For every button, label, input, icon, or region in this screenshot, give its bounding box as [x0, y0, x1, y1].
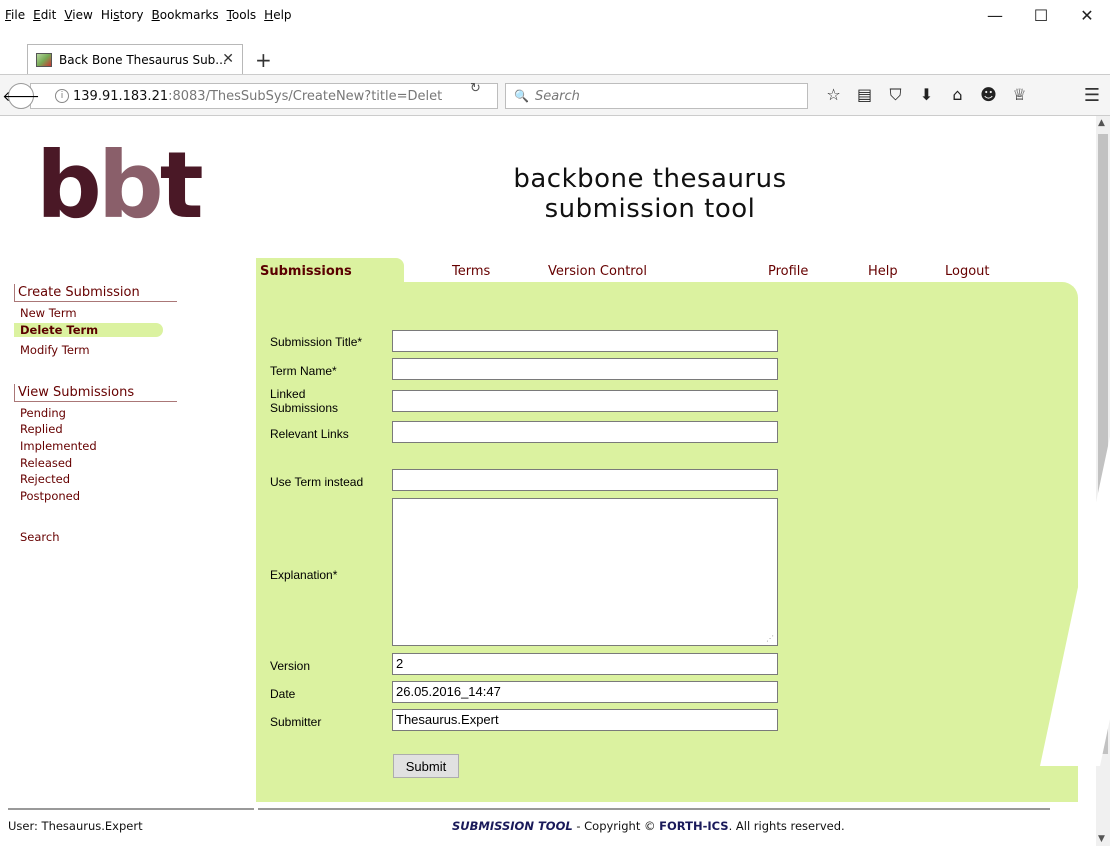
search-bar[interactable]: 🔍 Search [505, 83, 808, 109]
resize-grip-icon[interactable]: ⋰ [766, 634, 774, 643]
relevant-links-input[interactable] [392, 421, 778, 443]
maximize-button[interactable]: ☐ [1018, 0, 1064, 30]
scroll-down-icon[interactable]: ▼ [1098, 834, 1105, 844]
sidebar-item-pending[interactable]: Pending [20, 406, 66, 420]
url-text[interactable]: 139.91.183.21:8083/ThesSubSys/CreateNew?… [73, 89, 453, 104]
menu-bookmarks[interactable]: Bookmarks [152, 8, 219, 22]
browser-tab[interactable]: Back Bone Thesaurus Sub... ✕ [27, 44, 243, 74]
search-placeholder: Search [534, 88, 580, 104]
page-content: bbt backbone thesaurus submission tool S… [0, 116, 1110, 846]
tab-logout[interactable]: Logout [945, 264, 990, 279]
sidebar-item-released[interactable]: Released [20, 456, 72, 470]
menu-history[interactable]: History [101, 8, 144, 22]
use-term-instead-input[interactable] [392, 469, 778, 491]
scroll-up-icon[interactable]: ▲ [1098, 118, 1105, 128]
back-arrow-icon: 🡐 [2, 88, 40, 105]
navigation-bar: i 139.91.183.21:8083/ThesSubSys/CreateNe… [0, 74, 1110, 116]
submitter-label: Submitter [270, 715, 322, 729]
sidebar-item-new-term[interactable]: New Term [20, 306, 77, 320]
pocket-icon[interactable]: ⛉ [880, 85, 911, 105]
url-host: 139.91.183.21 [73, 88, 169, 104]
term-name-input[interactable] [392, 358, 778, 380]
search-icon: 🔍 [514, 89, 529, 103]
tab-version-control[interactable]: Version Control [548, 264, 647, 279]
back-button[interactable]: 🡐 [2, 83, 40, 109]
reading-list-icon[interactable]: ▤ [849, 85, 880, 105]
linked-submissions-label: Linked Submissions [270, 387, 339, 415]
url-bar[interactable]: i 139.91.183.21:8083/ThesSubSys/CreateNe… [30, 83, 498, 109]
sidebar-item-rejected[interactable]: Rejected [20, 472, 70, 486]
star-icon[interactable]: ☆ [818, 85, 849, 105]
footer-user: User: Thesaurus.Expert [8, 819, 143, 833]
footer-divider-left [8, 808, 254, 810]
date-input[interactable]: 26.05.2016_14:47 [392, 681, 778, 703]
toolbar-icons: ☆ ▤ ⛉ ⬇ ⌂ ☻ ♕ [818, 85, 1035, 105]
sidebar-view-header: View Submissions [14, 384, 177, 402]
sidebar-item-delete-term[interactable]: Delete Term [14, 323, 163, 337]
bbt-logo: bbt [36, 132, 204, 239]
menu-edit[interactable]: Edit [33, 8, 56, 22]
tab-title: Back Bone Thesaurus Sub... [59, 52, 227, 67]
menu-view[interactable]: View [64, 8, 92, 22]
download-icon[interactable]: ⬇ [911, 85, 942, 105]
menu-help[interactable]: Help [264, 8, 291, 22]
submission-title-label: Submission Title* [270, 335, 363, 349]
minimize-button[interactable]: — [972, 0, 1018, 30]
site-title: backbone thesaurus submission tool [513, 164, 787, 224]
sidebar-create-header: Create Submission [14, 284, 177, 302]
submission-title-input[interactable] [392, 330, 778, 352]
explanation-textarea[interactable]: ⋰ [392, 498, 778, 646]
new-tab-button[interactable]: + [255, 48, 272, 72]
tab-close-icon[interactable]: ✕ [222, 51, 234, 67]
sidebar-item-implemented[interactable]: Implemented [20, 439, 97, 453]
favicon-icon [36, 52, 52, 67]
info-icon[interactable]: i [55, 89, 69, 103]
close-window-button[interactable]: ✕ [1064, 0, 1110, 30]
use-term-instead-label: Use Term instead [270, 475, 364, 489]
sidebar-item-search[interactable]: Search [20, 530, 60, 544]
footer-copyright: SUBMISSION TOOL - Copyright © FORTH-ICS.… [452, 819, 845, 833]
hamburger-menu-icon[interactable]: ☰ [1084, 85, 1100, 106]
menu-tools[interactable]: Tools [227, 8, 257, 22]
trophy-icon[interactable]: ♕ [1004, 85, 1035, 105]
menu-file[interactable]: File [5, 8, 25, 22]
submitter-input[interactable]: Thesaurus.Expert [392, 709, 778, 731]
sidebar-item-postponed[interactable]: Postponed [20, 489, 80, 503]
date-label: Date [270, 687, 296, 701]
tab-bar: Back Bone Thesaurus Sub... ✕ + [0, 30, 1110, 74]
relevant-links-label: Relevant Links [270, 427, 349, 441]
sidebar-item-replied[interactable]: Replied [20, 422, 63, 436]
tab-terms[interactable]: Terms [452, 264, 490, 279]
version-label: Version [270, 659, 311, 673]
sidebar-item-modify-term[interactable]: Modify Term [20, 343, 90, 357]
main-nav: Submissions Terms Version Control Profil… [256, 258, 1076, 284]
tab-submissions[interactable]: Submissions [256, 258, 404, 284]
explanation-label: Explanation* [270, 568, 338, 582]
url-path: :8083/ThesSubSys/CreateNew?title=Delet [168, 88, 443, 104]
linked-submissions-input[interactable] [392, 390, 778, 412]
window-controls: — ☐ ✕ [972, 0, 1110, 30]
menu-bar: File Edit View History Bookmarks Tools H… [0, 0, 1110, 30]
chat-icon[interactable]: ☻ [973, 85, 1004, 105]
home-icon[interactable]: ⌂ [942, 85, 973, 105]
tab-help[interactable]: Help [868, 264, 898, 279]
version-input[interactable]: 2 [392, 653, 778, 675]
term-name-label: Term Name* [270, 364, 337, 378]
reload-icon[interactable]: ↻ [470, 81, 481, 96]
tab-profile[interactable]: Profile [768, 264, 808, 279]
footer-divider-right [258, 808, 1050, 810]
submit-button[interactable]: Submit [393, 754, 459, 778]
